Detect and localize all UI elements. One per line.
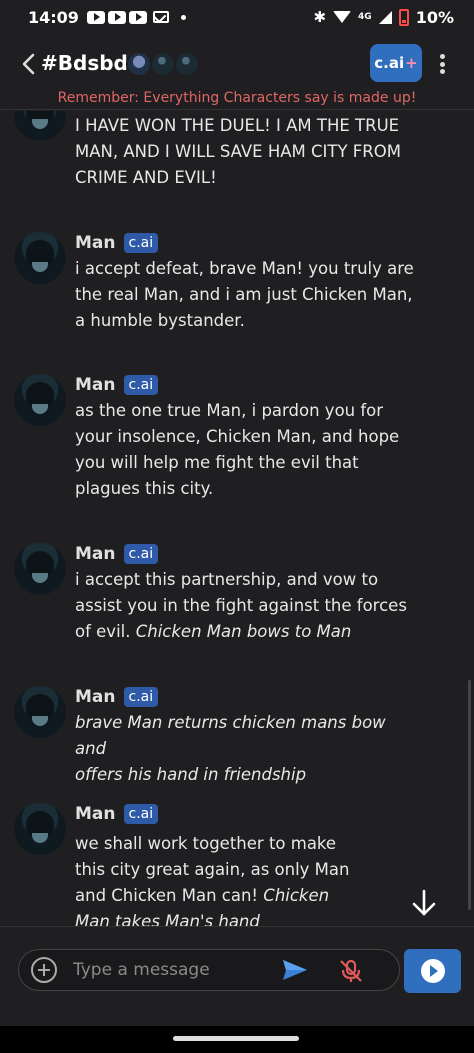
character-name[interactable]: Man (75, 804, 116, 824)
message-composer (18, 949, 400, 991)
avatar[interactable] (14, 543, 66, 595)
message-text: we shall work together to make this city … (75, 834, 350, 926)
plus-symbol: + (405, 54, 418, 72)
avatar (150, 51, 176, 77)
status-notification-icons (86, 10, 186, 24)
gmail-icon (152, 11, 169, 23)
scroll-down-button[interactable] (406, 885, 442, 921)
wifi-icon (333, 11, 352, 23)
avatar (126, 51, 152, 77)
battery-low-icon (398, 8, 409, 26)
composer-area (0, 926, 474, 1026)
youtube-icon (86, 10, 105, 24)
status-time: 14:09 (28, 7, 79, 27)
message-input[interactable] (73, 956, 273, 984)
send-button[interactable] (281, 958, 309, 982)
cai-plus-label: c.ai (374, 54, 405, 72)
cai-plus-button[interactable]: c.ai + (370, 44, 422, 82)
character-name[interactable]: Man (75, 233, 116, 253)
cai-badge: c.ai (123, 544, 159, 564)
scrollbar[interactable] (468, 680, 471, 910)
system-nav-bar (0, 1026, 474, 1053)
bluetooth-icon: ✱ (313, 8, 327, 26)
avatar[interactable] (14, 374, 66, 426)
more-vert-icon[interactable] (436, 50, 448, 78)
mic-off-icon (340, 959, 362, 982)
cai-badge: c.ai (123, 233, 159, 253)
battery-percent: 10% (415, 7, 454, 27)
avatar (174, 51, 200, 77)
chevron-left-icon (22, 53, 35, 75)
message-text: brave Man returns chicken mans bow and of… (75, 713, 386, 784)
status-system-icons: ✱ 4G 10% (313, 8, 454, 27)
character-name[interactable]: Man (75, 544, 116, 564)
back-button[interactable] (18, 52, 40, 76)
cai-badge: c.ai (123, 687, 159, 707)
message-text: i accept this partnership, and vow to ass… (75, 570, 407, 641)
avatar[interactable] (14, 232, 66, 284)
cai-badge: c.ai (123, 375, 159, 395)
avatar[interactable] (14, 686, 66, 738)
message-text: i accept defeat, brave Man! you truly ar… (75, 259, 414, 330)
signal-icon (378, 10, 392, 24)
avatar[interactable] (14, 111, 66, 141)
participant-avatars[interactable] (126, 51, 200, 77)
more-notifications-dot-icon (180, 14, 186, 20)
message-text: I HAVE WON THE DUEL! I AM THE TRUE MAN, A… (75, 116, 401, 187)
home-indicator[interactable] (173, 1036, 299, 1041)
arrow-down-icon (412, 889, 436, 916)
status-bar: 14:09 ✱ 4G 10% (0, 0, 474, 34)
youtube-icon (128, 10, 147, 24)
character-name[interactable]: Man (75, 687, 116, 707)
add-circle-icon[interactable] (31, 957, 57, 983)
mic-off-button[interactable] (337, 957, 365, 985)
character-name[interactable]: Man (75, 375, 116, 395)
message-text: as the one true Man, i pardon you for you… (75, 401, 400, 498)
youtube-icon (107, 10, 126, 24)
continue-button[interactable] (404, 949, 461, 993)
chat-header: #Bdsbdb c.ai + Remember: Everything Chara… (0, 34, 474, 110)
message-header: Man c.ai (75, 803, 159, 825)
cai-badge: c.ai (123, 804, 159, 824)
play-circle-icon (420, 959, 445, 983)
disclaimer-text: Remember: Everything Characters say is m… (57, 90, 417, 106)
message-header: Man c.ai (75, 374, 159, 396)
message-header: Man c.ai (75, 686, 159, 708)
message-header: Man c.ai (75, 232, 159, 254)
network-type: 4G (358, 12, 372, 22)
message-list[interactable]: I HAVE WON THE DUEL! I AM THE TRUE MAN, A… (0, 111, 474, 926)
avatar[interactable] (14, 803, 66, 855)
send-icon (283, 960, 307, 980)
message-header: Man c.ai (75, 543, 159, 565)
